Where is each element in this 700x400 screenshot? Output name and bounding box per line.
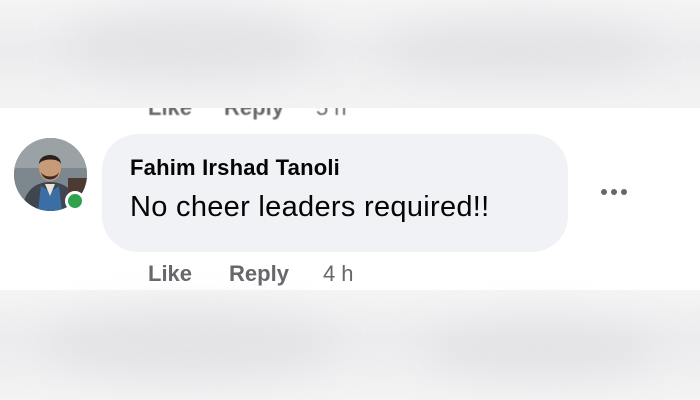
blurred-background-top bbox=[0, 0, 700, 108]
online-status-indicator bbox=[65, 191, 85, 211]
previous-comment-actions: Like Reply 5 h bbox=[148, 108, 347, 120]
comment-timestamp[interactable]: 4 h bbox=[323, 261, 354, 287]
comment-panel: Like Reply 5 h Fahim Irshad Tanoli No ch… bbox=[0, 108, 700, 290]
previous-reply-button[interactable]: Reply bbox=[224, 108, 284, 121]
comment-text: No cheer leaders required!! bbox=[130, 191, 490, 223]
reply-button[interactable]: Reply bbox=[229, 261, 289, 287]
comment-author-name[interactable]: Fahim Irshad Tanoli bbox=[130, 154, 568, 182]
more-horizontal-icon-dot bbox=[611, 189, 617, 195]
more-horizontal-icon-dot bbox=[621, 189, 627, 195]
more-horizontal-icon bbox=[601, 189, 607, 195]
like-button[interactable]: Like bbox=[148, 261, 192, 287]
blurred-background-bottom bbox=[0, 290, 700, 400]
comment-bubble: Fahim Irshad Tanoli No cheer leaders req… bbox=[102, 134, 568, 252]
more-options-button[interactable] bbox=[594, 178, 634, 206]
comment-actions: Like Reply 4 h bbox=[148, 258, 354, 290]
previous-like-button[interactable]: Like bbox=[148, 108, 192, 121]
previous-timestamp: 5 h bbox=[316, 108, 347, 121]
